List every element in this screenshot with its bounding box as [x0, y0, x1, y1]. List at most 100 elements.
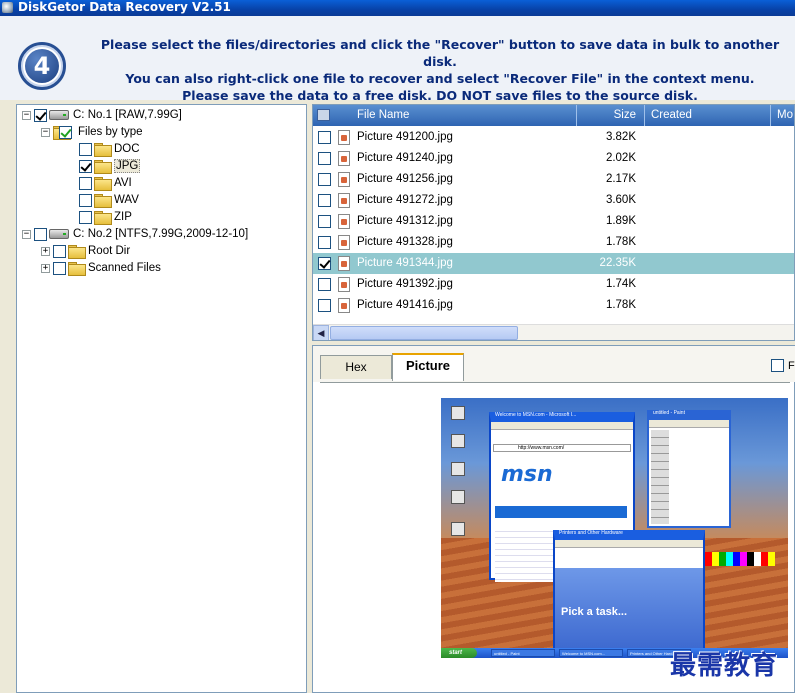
paint-toolbox	[651, 430, 669, 524]
column-modified[interactable]: Mo	[771, 105, 794, 126]
directory-tree[interactable]: − C: No.1 [RAW,7.99G] − Files by type DO…	[16, 104, 307, 693]
msn-address-bar: http://www.msn.com/	[493, 444, 631, 452]
file-size: 2.17K	[605, 173, 636, 185]
file-checkbox[interactable]	[318, 173, 331, 186]
file-row[interactable]: Picture 491344.jpg 22.35K	[313, 253, 794, 274]
collapse-toggle[interactable]: −	[22, 110, 31, 120]
file-checkbox[interactable]	[318, 236, 331, 249]
file-size: 1.78K	[605, 299, 636, 311]
fit-label: F	[788, 359, 795, 372]
file-checkbox[interactable]	[318, 194, 331, 207]
file-checkbox[interactable]	[318, 131, 331, 144]
tree-item-doc[interactable]: DOC	[79, 141, 140, 157]
file-checkbox[interactable]	[318, 215, 331, 228]
disk1-checkbox[interactable]	[34, 108, 47, 122]
fit-checkbox-group[interactable]: F	[771, 359, 795, 372]
expand-toggle[interactable]: +	[41, 263, 50, 273]
explorer-window: Printers and Other Hardware Pick a task.…	[553, 530, 705, 650]
tab-picture[interactable]: Picture	[392, 353, 464, 381]
files-by-type-checkbox[interactable]	[59, 125, 72, 139]
file-list[interactable]: File Name Size Created Mo Picture 491200…	[312, 104, 795, 341]
window-title-bar[interactable]: DiskGetor Data Recovery V2.51	[0, 0, 795, 16]
tree-item-zip[interactable]: ZIP	[79, 209, 132, 225]
doc-checkbox[interactable]	[79, 142, 92, 156]
disk2-checkbox[interactable]	[34, 227, 47, 241]
file-size: 1.78K	[605, 236, 636, 248]
file-row[interactable]: Picture 491392.jpg 1.74K	[313, 274, 794, 295]
collapse-toggle[interactable]: −	[41, 127, 50, 137]
preview-panel: Hex Picture F Welcome to MSN.com - Micro…	[312, 345, 795, 693]
tree-item-root-dir[interactable]: + Root Dir	[41, 243, 130, 259]
tree-item-jpg[interactable]: JPG	[79, 158, 141, 174]
folder-icon	[94, 160, 112, 174]
folder-icon	[94, 211, 112, 225]
scroll-left-icon[interactable]: ◀	[313, 325, 329, 340]
instruction-line: Please select the files/directories and …	[100, 37, 780, 69]
root-dir-checkbox[interactable]	[53, 244, 66, 258]
msn-window-title: Welcome to MSN.com - Microsoft I...	[495, 412, 577, 418]
jpg-checkbox[interactable]	[79, 159, 92, 173]
tree-item-wav[interactable]: WAV	[79, 192, 139, 208]
file-name: Picture 491416.jpg	[357, 299, 453, 311]
app-icon	[2, 2, 13, 13]
file-checkbox[interactable]	[318, 152, 331, 165]
file-name: Picture 491328.jpg	[357, 236, 453, 248]
file-name: Picture 491312.jpg	[357, 215, 453, 227]
column-size[interactable]: Size	[577, 105, 645, 126]
scroll-thumb[interactable]	[330, 326, 518, 340]
paint-window-title: untitled - Paint	[653, 410, 685, 416]
msn-link-list	[495, 526, 559, 582]
zip-checkbox[interactable]	[79, 210, 92, 224]
preview-image: Welcome to MSN.com - Microsoft I... http…	[441, 398, 788, 658]
step-number: 4	[25, 49, 59, 83]
desktop-icon	[451, 434, 465, 448]
file-checkbox[interactable]	[318, 257, 331, 270]
start-button: start	[441, 648, 477, 658]
tree-item-disk2[interactable]: − C: No.2 [NTFS,7.99G,2009-12-10]	[22, 226, 248, 242]
avi-checkbox[interactable]	[79, 176, 92, 190]
tree-label: Root Dir	[88, 245, 131, 257]
scanned-files-checkbox[interactable]	[53, 261, 66, 275]
jpg-file-icon	[338, 277, 350, 292]
file-row[interactable]: Picture 491256.jpg 2.17K	[313, 169, 794, 190]
file-name: Picture 491256.jpg	[357, 173, 453, 185]
preview-tabs: Hex Picture F	[313, 346, 795, 382]
file-checkbox[interactable]	[318, 278, 331, 291]
folder-icon	[68, 245, 86, 259]
drive-icon	[49, 110, 69, 120]
collapse-toggle[interactable]: −	[22, 229, 31, 239]
file-name: Picture 491272.jpg	[357, 194, 453, 206]
tree-label: C: No.2 [NTFS,7.99G,2009-12-10]	[73, 228, 249, 240]
tab-hex[interactable]: Hex	[320, 355, 392, 379]
folder-icon	[68, 262, 86, 276]
tree-item-disk1[interactable]: − C: No.1 [RAW,7.99G]	[22, 107, 182, 123]
tree-item-scanned-files[interactable]: + Scanned Files	[41, 260, 161, 276]
watermark: 最需教育	[670, 651, 779, 681]
file-checkbox[interactable]	[318, 299, 331, 312]
expand-toggle[interactable]: +	[41, 246, 50, 256]
list-header: File Name Size Created Mo	[313, 105, 794, 126]
file-row[interactable]: Picture 491200.jpg 3.82K	[313, 127, 794, 148]
file-size: 22.35K	[599, 257, 636, 269]
tree-label: ZIP	[114, 211, 132, 223]
step-badge: 4	[18, 42, 66, 90]
column-file-name[interactable]: File Name	[351, 105, 577, 126]
wav-checkbox[interactable]	[79, 193, 92, 207]
file-name: Picture 491200.jpg	[357, 131, 453, 143]
tree-item-avi[interactable]: AVI	[79, 175, 132, 191]
file-row[interactable]: Picture 491312.jpg 1.89K	[313, 211, 794, 232]
horizontal-scrollbar[interactable]: ◀	[313, 324, 794, 340]
tree-item-files-by-type[interactable]: − Files by type	[41, 124, 143, 140]
jpg-file-icon	[338, 151, 350, 166]
file-row[interactable]: Picture 491328.jpg 1.78K	[313, 232, 794, 253]
file-row[interactable]: Picture 491240.jpg 2.02K	[313, 148, 794, 169]
tree-label: C: No.1 [RAW,7.99G]	[73, 109, 182, 121]
tree-label: WAV	[114, 194, 139, 206]
instructions: Please select the files/directories and …	[90, 36, 790, 104]
file-row[interactable]: Picture 491272.jpg 3.60K	[313, 190, 794, 211]
select-all-icon[interactable]	[317, 109, 330, 121]
fit-checkbox[interactable]	[771, 359, 784, 372]
file-row[interactable]: Picture 491416.jpg 1.78K	[313, 295, 794, 316]
desktop-icon	[451, 490, 465, 504]
column-created[interactable]: Created	[645, 105, 771, 126]
